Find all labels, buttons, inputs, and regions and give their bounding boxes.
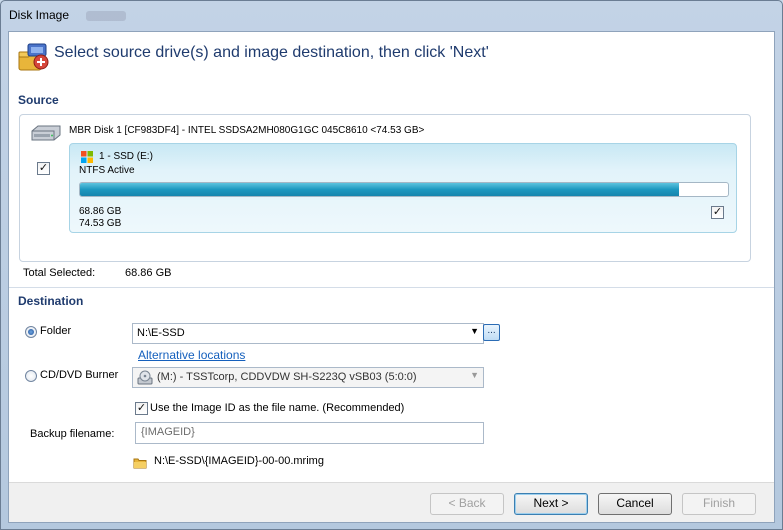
- source-disk-panel: MBR Disk 1 [CF983DF4] - INTEL SSDSA2MH08…: [19, 114, 751, 262]
- partition-label: 1 - SSD (E:): [99, 151, 153, 162]
- burner-value: (M:) - TSSTcorp, CDDVDW SH-S223Q vSB03 (…: [157, 371, 417, 383]
- total-selected-value: 68.86 GB: [125, 267, 172, 279]
- disk-label: MBR Disk 1 [CF983DF4] - INTEL SSDSA2MH08…: [69, 125, 425, 136]
- folder-radio[interactable]: [25, 326, 37, 338]
- destination-section-title: Destination: [18, 294, 84, 308]
- partition-select-checkbox[interactable]: ✓: [711, 206, 724, 219]
- folder-icon: [133, 456, 147, 473]
- disk-select-checkbox[interactable]: ✓: [37, 162, 50, 175]
- partition-used: 68.86 GB: [79, 206, 122, 217]
- chevron-down-icon[interactable]: ▼: [470, 370, 479, 380]
- backup-filename-label: Backup filename:: [30, 428, 115, 440]
- title-bar[interactable]: Disk Image: [1, 1, 782, 31]
- back-button[interactable]: < Back: [430, 493, 504, 515]
- folder-path-value: N:\E-SSD: [137, 327, 185, 339]
- wizard-client-area: Select source drive(s) and image destina…: [8, 31, 775, 523]
- chevron-down-icon[interactable]: ▼: [470, 326, 479, 336]
- disk-image-wizard-icon: [17, 40, 51, 74]
- optical-drive-icon: [137, 370, 153, 389]
- browse-folder-button[interactable]: ...: [483, 324, 500, 341]
- use-image-id-checkbox[interactable]: ✓: [135, 402, 148, 415]
- partition-filesystem: NTFS Active: [79, 165, 135, 176]
- section-divider: [9, 287, 774, 288]
- title-blur: [86, 10, 127, 21]
- partition-total: 74.53 GB: [79, 218, 122, 229]
- disk-image-window: Disk Image Select source drive(s) and im…: [0, 0, 783, 530]
- folder-radio-label[interactable]: Folder: [40, 325, 71, 337]
- use-image-id-label[interactable]: Use the Image ID as the file name. (Reco…: [150, 402, 404, 414]
- partition-card[interactable]: 1 - SSD (E:) NTFS Active 68.86 GB 74.53 …: [69, 143, 737, 233]
- output-path: N:\E-SSD\{IMAGEID}-00-00.mrimg: [154, 455, 324, 467]
- wizard-footer: < Back Next > Cancel Finish: [9, 482, 774, 522]
- hard-drive-icon: [30, 124, 62, 142]
- source-section-title: Source: [18, 93, 59, 107]
- wizard-header: Select source drive(s) and image destina…: [9, 32, 774, 82]
- window-title: Disk Image: [9, 8, 70, 22]
- page-title: Select source drive(s) and image destina…: [54, 44, 489, 61]
- backup-filename-input[interactable]: {IMAGEID}: [135, 422, 484, 444]
- windows-partition-icon: [80, 150, 94, 164]
- burner-radio[interactable]: [25, 370, 37, 382]
- finish-button[interactable]: Finish: [682, 493, 756, 515]
- cancel-button[interactable]: Cancel: [598, 493, 672, 515]
- next-button[interactable]: Next >: [514, 493, 588, 515]
- folder-path-combo[interactable]: N:\E-SSD ▼: [132, 323, 484, 344]
- total-selected-label: Total Selected:: [23, 267, 96, 279]
- alternative-locations-link[interactable]: Alternative locations: [138, 348, 245, 362]
- burner-radio-label[interactable]: CD/DVD Burner: [40, 369, 118, 381]
- burner-combo[interactable]: (M:) - TSSTcorp, CDDVDW SH-S223Q vSB03 (…: [132, 367, 484, 388]
- partition-usage-bar: [79, 182, 729, 197]
- partition-usage-fill: [80, 183, 679, 196]
